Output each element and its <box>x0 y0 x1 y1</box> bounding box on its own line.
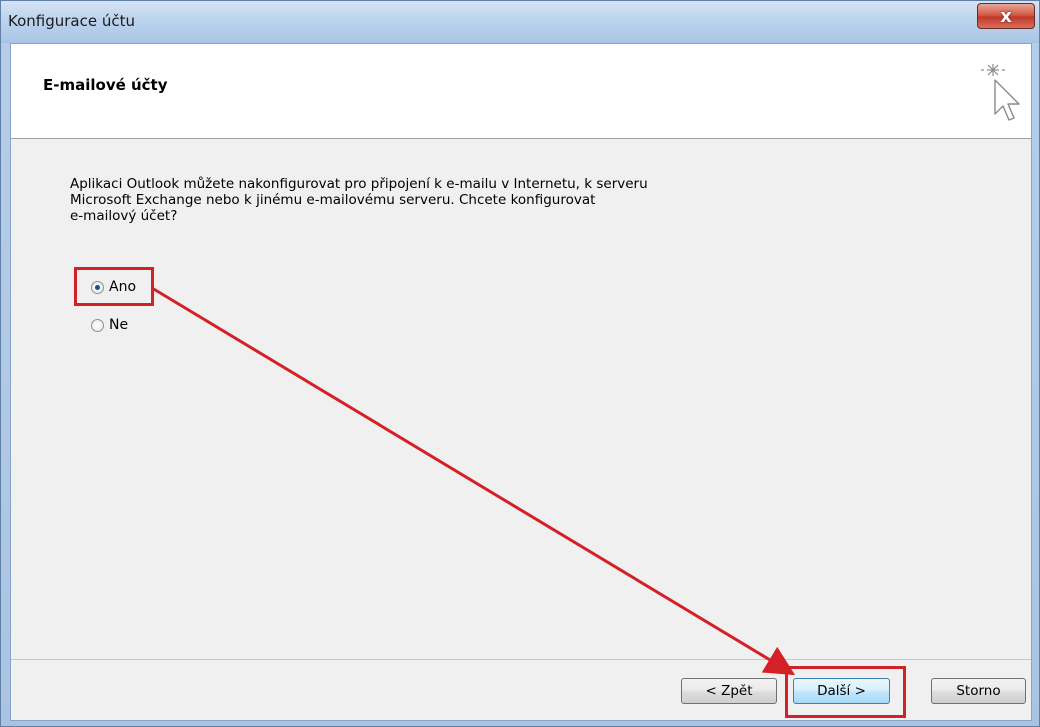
description-line: e-mailový účet? <box>70 208 178 224</box>
back-button[interactable]: < Zpět <box>681 678 777 704</box>
option-ne-label: Ne <box>109 317 129 333</box>
wizard-footer: < Zpět Další > Storno <box>11 660 1031 720</box>
option-ne[interactable]: Ne <box>91 317 128 333</box>
title-bar[interactable]: Konfigurace účtu x <box>1 1 1039 43</box>
option-ano[interactable]: Ano <box>91 279 136 295</box>
description-line: Aplikaci Outlook můžete nakonfigurovat p… <box>70 176 648 192</box>
radio-ano[interactable] <box>91 280 104 294</box>
wizard-cursor-icon <box>981 64 1020 121</box>
close-icon: x <box>1000 5 1012 27</box>
cancel-button[interactable]: Storno <box>931 678 1026 704</box>
next-button[interactable]: Další > <box>793 678 890 704</box>
radio-ne[interactable] <box>91 318 104 332</box>
option-ano-label: Ano <box>109 279 137 295</box>
dialog-window: Konfigurace účtu x E-mailové účty Aplika… <box>0 0 1040 727</box>
wizard-body: Aplikaci Outlook můžete nakonfigurovat p… <box>11 139 1031 660</box>
description-line: Microsoft Exchange nebo k jinému e-mailo… <box>70 192 596 208</box>
wizard-header: E-mailové účty <box>11 44 1031 139</box>
wizard-panel: E-mailové účty Aplikaci Outlook můžete n… <box>10 43 1032 721</box>
window-title: Konfigurace účtu <box>8 12 135 30</box>
close-button[interactable]: x <box>977 3 1035 29</box>
description: Aplikaci Outlook můžete nakonfigurovat p… <box>70 176 730 224</box>
page-title: E-mailové účty <box>43 76 168 94</box>
